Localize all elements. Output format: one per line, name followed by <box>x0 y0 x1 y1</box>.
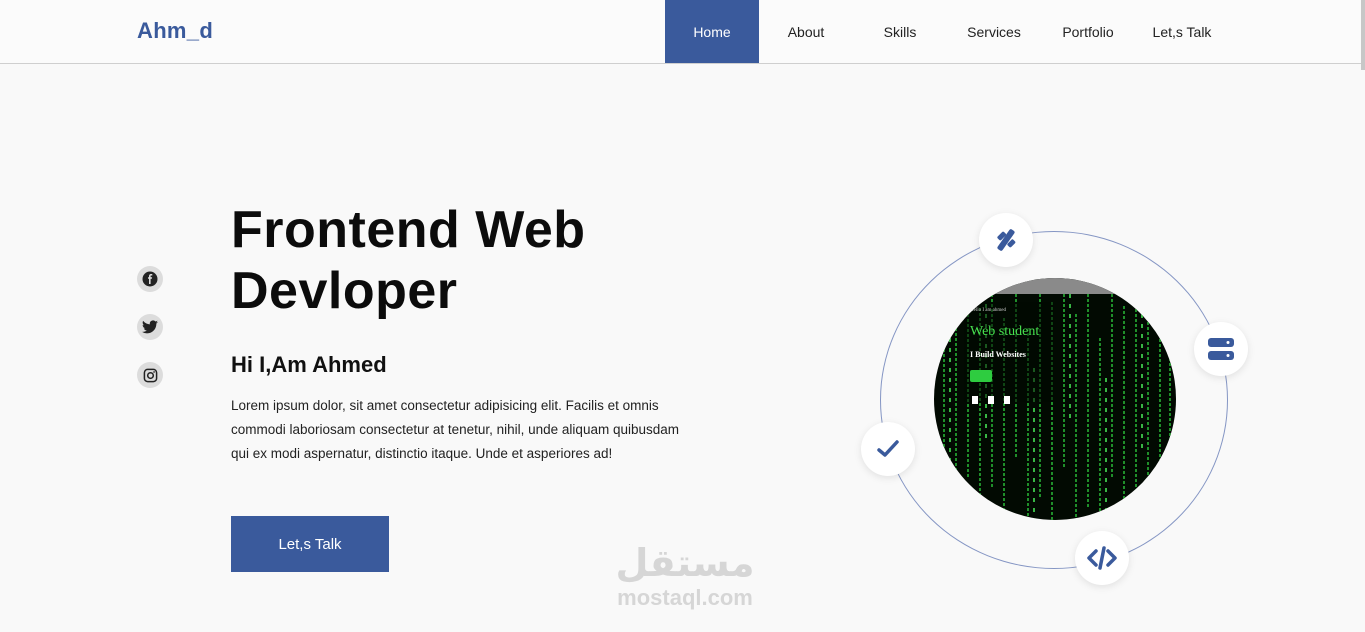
hero-title-line-2: Devloper <box>231 262 458 320</box>
header: Ahm_d Home About Skills Services Portfol… <box>0 0 1365 70</box>
facebook-icon[interactable] <box>137 266 163 292</box>
logo[interactable]: Ahm_d <box>137 18 213 44</box>
nav-skills[interactable]: Skills <box>853 0 947 63</box>
watermark: مستقل mostaql.com <box>600 540 770 610</box>
matrix-background <box>934 278 1176 520</box>
watermark-latin: mostaql.com <box>617 585 753 610</box>
social-links <box>137 266 163 388</box>
photo-headline: Web student <box>970 324 1040 339</box>
hero-description: Lorem ipsum dolor, sit amet consectetur … <box>231 398 679 461</box>
hero-title-line-1: Frontend Web <box>231 201 586 259</box>
hero-title: Frontend Web Devloper <box>231 200 691 322</box>
profile-image: Hello I am ahmed Web student I Build Web… <box>934 278 1176 520</box>
main-nav: Home About Skills Services Portfolio Let… <box>665 0 1229 63</box>
photo-tagline: I Build Websites <box>970 350 1026 359</box>
photo-button <box>970 370 992 382</box>
nav-portfolio[interactable]: Portfolio <box>1041 0 1135 63</box>
check-icon <box>861 422 915 476</box>
nav-about[interactable]: About <box>759 0 853 63</box>
photo-small-text: Hello I am ahmed <box>970 308 1006 313</box>
lets-talk-button[interactable]: Let,s Talk <box>231 516 389 572</box>
tools-icon <box>979 213 1033 267</box>
code-icon <box>1075 531 1129 585</box>
twitter-icon[interactable] <box>137 314 163 340</box>
nav-lets-talk[interactable]: Let,s Talk <box>1135 0 1229 63</box>
instagram-icon[interactable] <box>137 362 163 388</box>
server-icon <box>1194 322 1248 376</box>
watermark-arabic: مستقل <box>615 541 755 585</box>
nav-services[interactable]: Services <box>947 0 1041 63</box>
scrollbar-thumb[interactable] <box>1361 0 1365 70</box>
nav-home[interactable]: Home <box>665 0 759 63</box>
hero-subtitle: Hi I,Am Ahmed <box>231 352 387 377</box>
